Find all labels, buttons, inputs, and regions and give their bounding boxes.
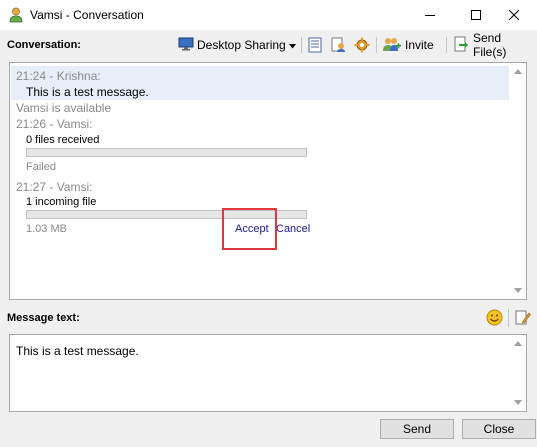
conversation-toolbar: Conversation: Desktop Sharing Invite Sen… [0, 31, 537, 59]
close-icon[interactable] [491, 0, 537, 30]
scroll-up-icon[interactable] [509, 335, 526, 352]
message-input[interactable]: This is a test message. [9, 334, 527, 412]
message-header: 21:24 - Krishna: [16, 69, 101, 83]
edit-icon[interactable] [515, 309, 531, 329]
scroll-down-icon[interactable] [509, 282, 526, 299]
smiley-icon[interactable] [486, 309, 503, 329]
toolbar-separator [446, 37, 447, 53]
file-size: 1.03 MB [26, 223, 67, 235]
window-title: Vamsi - Conversation [30, 8, 144, 22]
user-icon [9, 7, 23, 23]
toolbar-separator [376, 37, 377, 53]
invite-label: Invite [405, 38, 434, 52]
invite-button[interactable]: Invite [383, 36, 434, 54]
message-scrollbar[interactable] [509, 335, 526, 411]
history-icon[interactable] [308, 36, 322, 54]
message-header: 21:26 - Vamsi: [16, 117, 93, 131]
dropdown-arrow-icon [288, 38, 296, 52]
transfer-status: Failed [26, 161, 56, 173]
conversation-panel[interactable]: 21:24 - Krishna: This is a test message.… [9, 62, 527, 300]
close-button[interactable]: Close [462, 419, 536, 439]
toolbar-separator [301, 37, 302, 53]
conversation-scrollbar[interactable] [509, 63, 526, 299]
cancel-link[interactable]: Cancel [276, 223, 310, 235]
send-files-button[interactable]: Send File(s) [454, 31, 537, 59]
settings-icon[interactable] [354, 36, 370, 54]
title-bar: Vamsi - Conversation [0, 0, 537, 30]
message-text-label: Message text: [7, 312, 80, 324]
scroll-up-icon[interactable] [509, 63, 526, 80]
message-input-text[interactable]: This is a test message. [16, 344, 139, 358]
contact-info-icon[interactable] [331, 36, 347, 54]
desktop-sharing-button[interactable]: Desktop Sharing [178, 36, 296, 54]
desktop-sharing-icon [178, 36, 194, 55]
accept-highlight-box [222, 208, 277, 250]
message-body: This is a test message. [26, 85, 149, 99]
send-file-icon [454, 36, 468, 55]
transfer-description: 1 incoming file [26, 196, 97, 208]
scroll-down-icon[interactable] [509, 394, 526, 411]
desktop-sharing-label: Desktop Sharing [197, 38, 286, 52]
invite-icon [383, 36, 401, 55]
presence-status: Vamsi is available [16, 101, 112, 115]
toolbar-separator [508, 309, 509, 327]
conversation-label: Conversation: [7, 39, 81, 51]
send-button[interactable]: Send [380, 419, 454, 439]
send-files-label: Send File(s) [473, 31, 507, 59]
minimize-icon[interactable] [407, 0, 453, 30]
transfer-progress-bar [26, 148, 307, 157]
message-header: 21:27 - Vamsi: [16, 180, 93, 194]
transfer-description: 0 files received [26, 134, 100, 146]
